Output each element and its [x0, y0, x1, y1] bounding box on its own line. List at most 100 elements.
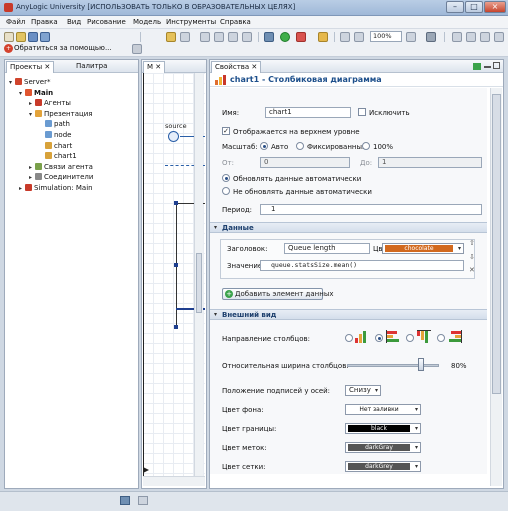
tab-properties[interactable]: Свойства ✕ [211, 61, 262, 73]
properties-tab-label: Свойства [215, 63, 250, 71]
minimize-button[interactable]: – [446, 1, 464, 13]
console-icon[interactable] [138, 496, 148, 505]
grid-color-dropdown[interactable]: darkGrey ▾ [345, 461, 421, 472]
debug-icon[interactable] [318, 32, 328, 42]
undo-icon[interactable] [166, 32, 176, 42]
tree-item[interactable]: path [39, 119, 70, 129]
maximize-button[interactable]: □ [465, 1, 483, 13]
bar-width-slider-track[interactable] [347, 364, 439, 367]
data-color-dropdown[interactable]: chocolate ▾ [382, 243, 464, 254]
scale-fixed-radio[interactable] [296, 142, 304, 150]
source-block-icon[interactable] [168, 131, 179, 142]
bar-direction-left-radio[interactable] [437, 334, 445, 342]
tree-item[interactable]: node [39, 130, 71, 140]
properties-vertical-scrollbar[interactable] [490, 88, 502, 486]
save-all-icon[interactable] [40, 32, 50, 42]
menu-file[interactable]: Файл [6, 18, 25, 26]
add-data-item-button[interactable]: + Добавить элемент данных [222, 288, 334, 300]
cut-icon[interactable] [200, 32, 210, 42]
move-down-icon[interactable]: ⇩ [469, 253, 479, 262]
data-title-field[interactable]: Queue length [284, 243, 370, 254]
open-folder-icon[interactable] [16, 32, 26, 42]
scale-100-radio[interactable] [362, 142, 370, 150]
close-window-button[interactable]: × [484, 1, 506, 13]
tree-item[interactable]: ▸ Агенты [29, 98, 71, 108]
data-section-header[interactable]: ▾ Данные [210, 222, 487, 233]
move-up-icon[interactable]: ⇧ [469, 239, 479, 248]
data-value-field[interactable]: queue.statsSize.mean() [260, 260, 464, 271]
show-on-top-checkbox[interactable]: ✓ [222, 127, 230, 135]
tree-item[interactable]: chart1 [39, 151, 77, 161]
layers-icon[interactable] [480, 32, 490, 42]
help-lifebuoy-icon[interactable]: + [4, 44, 13, 53]
update-auto-radio[interactable] [222, 174, 230, 182]
border-color-dropdown[interactable]: black ▾ [345, 423, 421, 434]
zoom-out-icon[interactable] [354, 32, 364, 42]
editor-vertical-scrollbar[interactable] [194, 73, 203, 476]
grid-icon[interactable] [452, 32, 462, 42]
menu-help[interactable]: Справка [220, 18, 251, 26]
selection-handle[interactable] [174, 325, 178, 329]
properties-scroll-thumb[interactable] [492, 94, 501, 394]
tree-item[interactable]: ▸ Связи агента [29, 162, 93, 172]
menu-view[interactable]: Вид [67, 18, 81, 26]
tree-item[interactable]: chart [39, 141, 72, 151]
minimize-pane-icon[interactable] [484, 66, 491, 68]
maximize-pane-icon[interactable] [493, 62, 500, 69]
tab-projects[interactable]: Проекты ✕ [6, 61, 55, 73]
selection-handle[interactable] [174, 263, 178, 267]
pin-icon[interactable] [426, 32, 436, 42]
editor-scroll-thumb[interactable] [196, 253, 202, 313]
stop-icon[interactable] [296, 32, 306, 42]
redo-icon[interactable] [180, 32, 190, 42]
remove-data-icon[interactable]: ✕ [469, 266, 479, 275]
grid-color-label: Цвет сетки: [222, 463, 266, 471]
zoom-level-select[interactable]: 100% [370, 31, 402, 42]
bar-direction-up-radio[interactable] [345, 334, 353, 342]
tab-main-editor[interactable]: M ✕ [143, 61, 166, 73]
properties-icon[interactable] [494, 32, 504, 42]
tree-item[interactable]: ▸ Simulation: Main [19, 183, 93, 193]
monitor-icon[interactable] [120, 496, 130, 505]
tree-item[interactable]: ▾ Server* [9, 77, 50, 87]
exclude-checkbox[interactable] [358, 108, 366, 116]
menu-edit[interactable]: Правка [31, 18, 58, 26]
menu-drawing[interactable]: Рисование [87, 18, 126, 26]
bar-direction-down-radio[interactable] [406, 334, 414, 342]
tick-color-dropdown[interactable]: darkGray ▾ [345, 442, 421, 453]
editor-horizontal-scrollbar[interactable] [143, 476, 205, 486]
tool-icon[interactable] [132, 44, 142, 54]
align-icon[interactable] [466, 32, 476, 42]
magnifier-icon[interactable] [406, 32, 416, 42]
tree-item[interactable]: ▾ Main [19, 88, 53, 98]
data-section-title: Данные [222, 224, 254, 232]
to-field[interactable]: 1 [378, 157, 482, 168]
bar-direction-right-radio[interactable] [375, 334, 383, 342]
menu-tools[interactable]: Инструменты [166, 18, 216, 26]
tree-item[interactable]: ▸ Соединители [29, 172, 93, 182]
tab-palette[interactable]: Палитра [73, 61, 110, 73]
get-support-link[interactable]: Обратиться за помощью... [14, 44, 112, 52]
chevron-down-icon: ▾ [414, 463, 418, 470]
axis-labels-position-dropdown[interactable]: Снизу ▾ [345, 385, 381, 396]
view-menu-icon[interactable] [473, 63, 481, 70]
scale-auto-radio[interactable] [260, 142, 268, 150]
background-color-dropdown[interactable]: Нет заливки ▾ [345, 404, 421, 415]
copy-icon[interactable] [214, 32, 224, 42]
from-field[interactable]: 0 [260, 157, 350, 168]
name-field[interactable]: chart1 [265, 107, 351, 118]
tree-item[interactable]: ▾ Презентация [29, 109, 93, 119]
menu-model[interactable]: Модель [133, 18, 161, 26]
build-icon[interactable] [264, 32, 274, 42]
update-manual-radio[interactable] [222, 187, 230, 195]
bar-width-slider-thumb[interactable] [417, 358, 424, 371]
period-field[interactable]: 1 [260, 204, 482, 215]
appearance-section-header[interactable]: ▾ Внешний вид [210, 309, 487, 320]
zoom-in-icon[interactable] [340, 32, 350, 42]
save-icon[interactable] [28, 32, 38, 42]
delete-icon[interactable] [242, 32, 252, 42]
paste-icon[interactable] [228, 32, 238, 42]
new-file-icon[interactable] [4, 32, 14, 42]
selection-handle[interactable] [174, 201, 178, 205]
run-icon[interactable] [280, 32, 290, 42]
